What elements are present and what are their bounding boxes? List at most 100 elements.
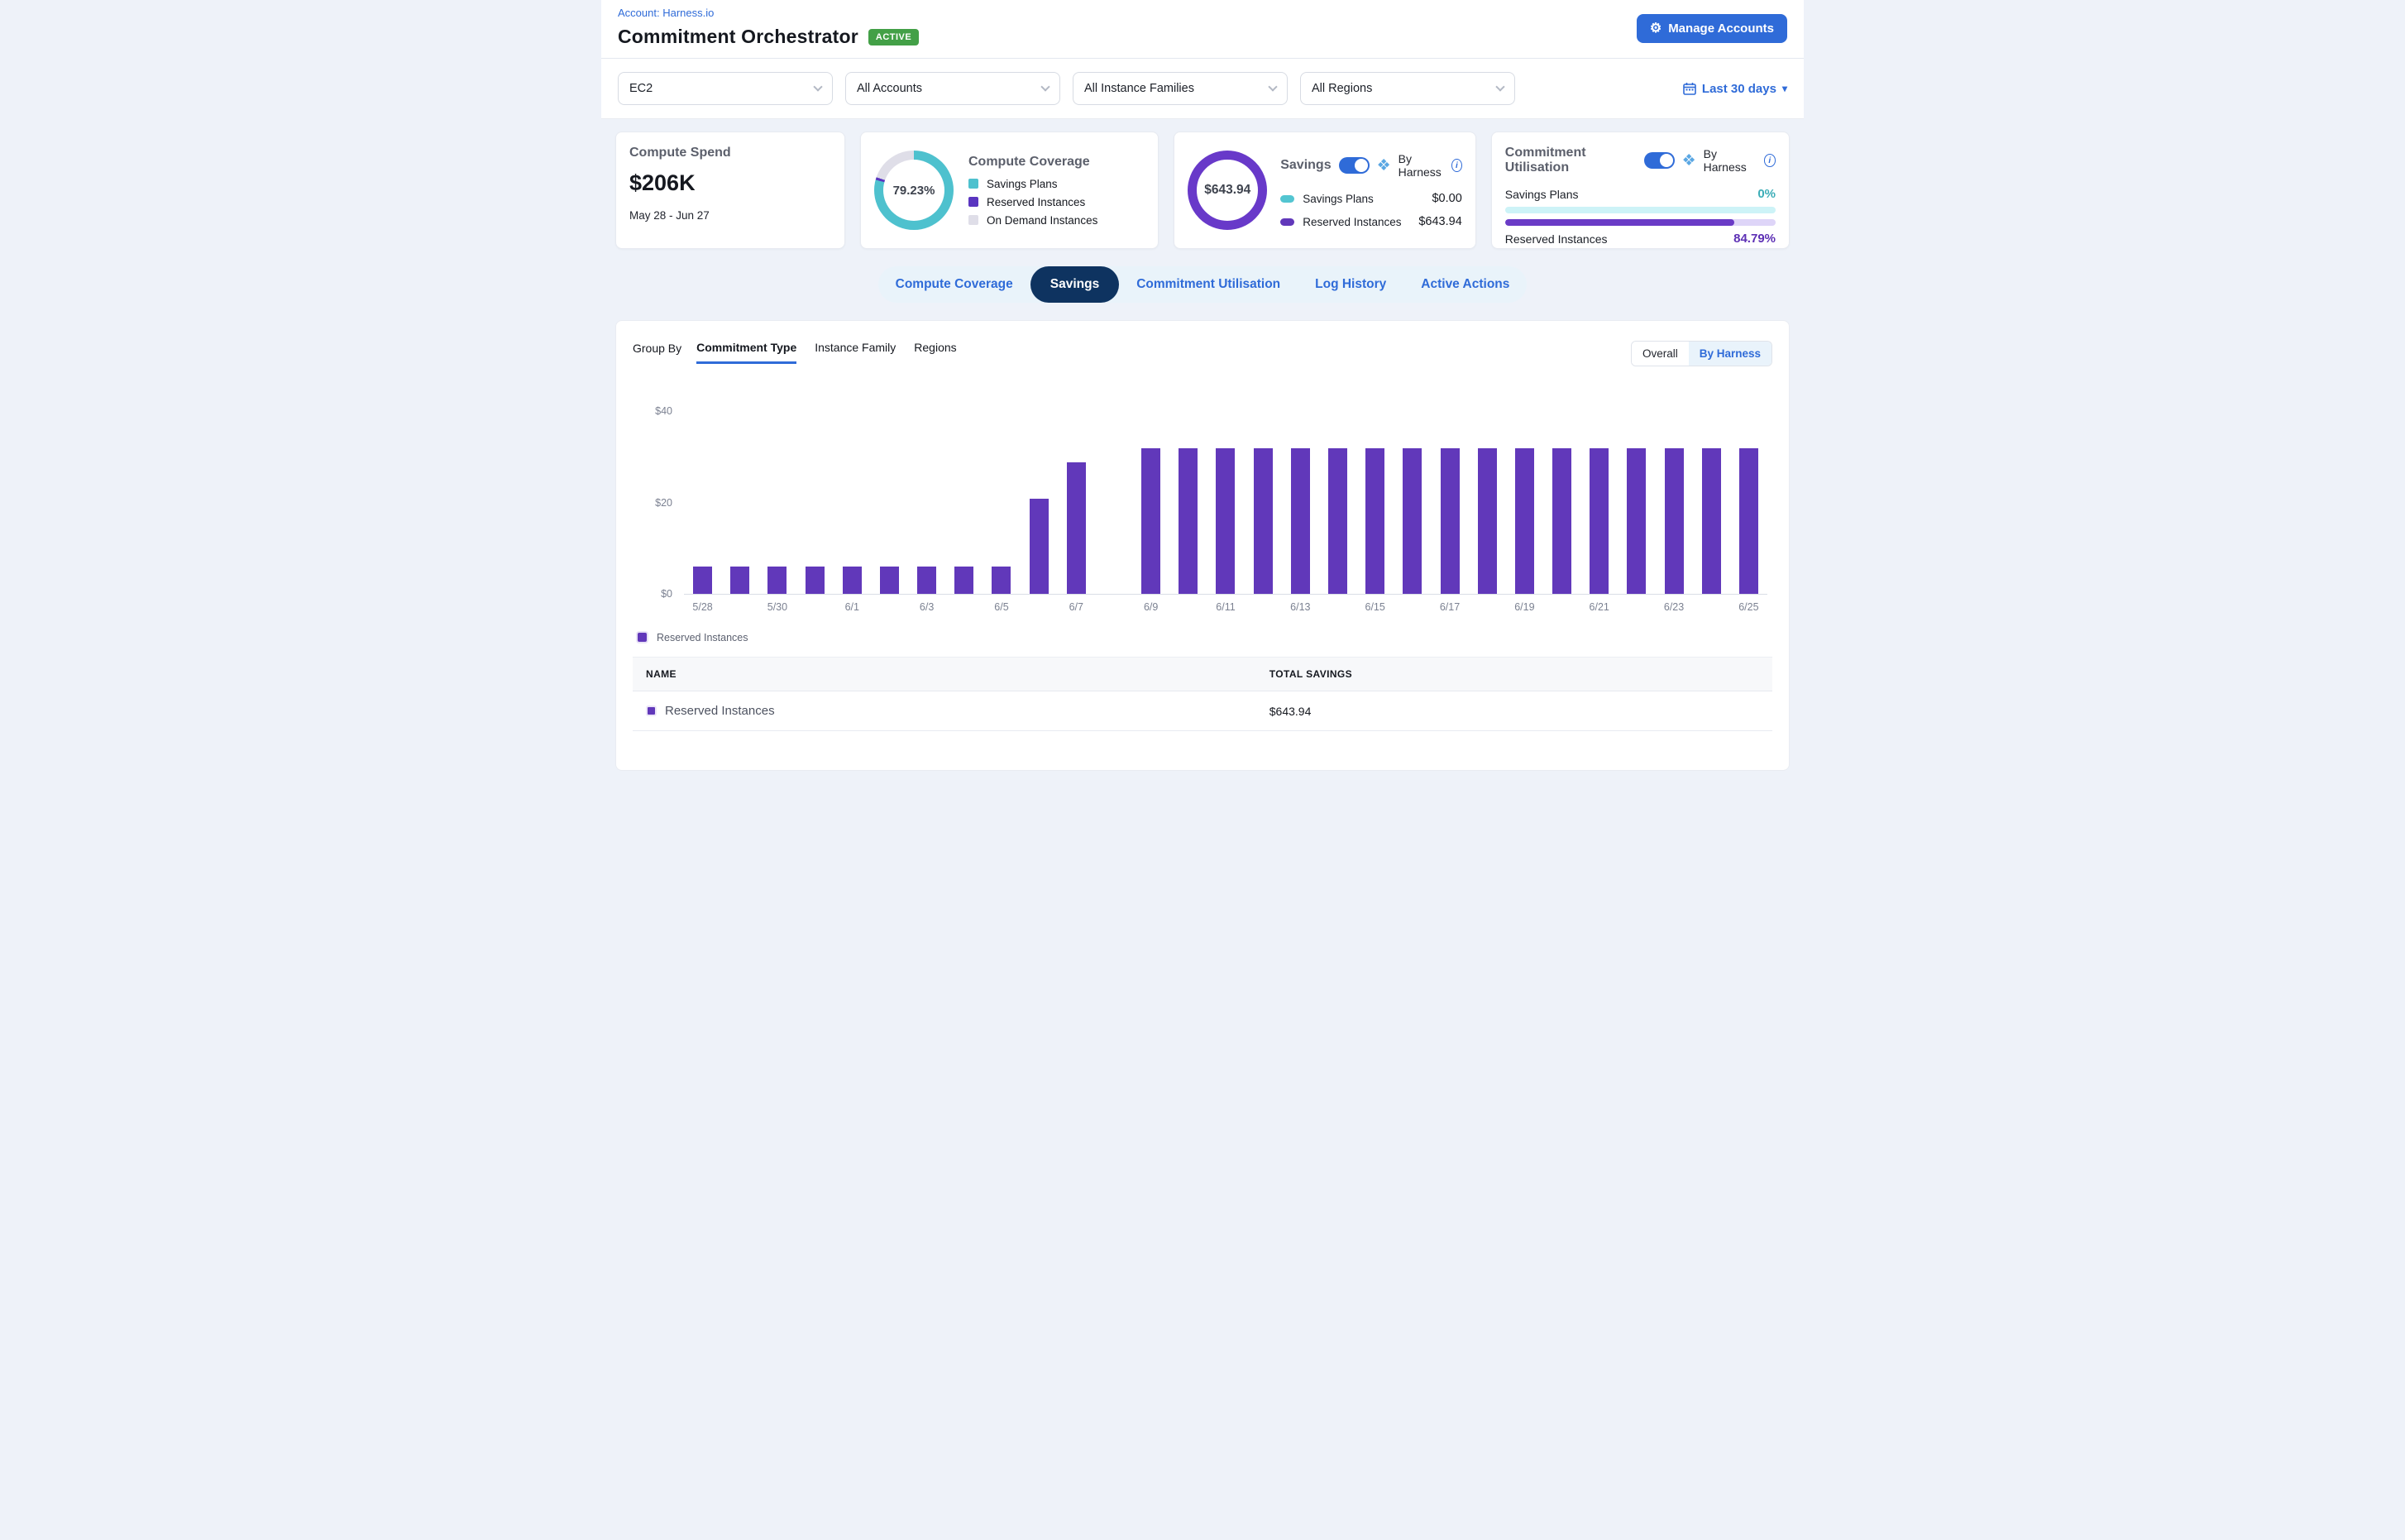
legend-label: On Demand Instances — [987, 214, 1097, 227]
status-badge: ACTIVE — [868, 29, 919, 45]
bar-6/8[interactable] — [1095, 404, 1132, 594]
bar-5/29[interactable] — [721, 404, 758, 594]
accounts-select[interactable]: All Accounts — [845, 72, 1060, 105]
bar-6/18[interactable] — [1469, 404, 1506, 594]
bar-6/25[interactable] — [1730, 404, 1767, 594]
bar-6/2[interactable] — [871, 404, 908, 594]
row-label: Savings Plans — [1303, 193, 1374, 205]
y-tick-0: $0 — [661, 588, 672, 600]
bar-6/14[interactable] — [1319, 404, 1356, 594]
x-tick-5/28: 5/28 — [684, 601, 721, 613]
bar-6/3[interactable] — [908, 404, 945, 594]
bar-6/4[interactable] — [945, 404, 983, 594]
bar-5/31[interactable] — [796, 404, 834, 594]
bar-6/6[interactable] — [1021, 404, 1058, 594]
column-header-total-savings: TOTAL SAVINGS — [1269, 668, 1759, 680]
bar-6/11[interactable] — [1207, 404, 1244, 594]
bar-6/24[interactable] — [1693, 404, 1730, 594]
instance-families-select[interactable]: All Instance Families — [1073, 72, 1288, 105]
savings-plans-swatch — [1280, 195, 1294, 203]
bar-6/20[interactable] — [1543, 404, 1580, 594]
summary-cards-row: Compute Spend $206K May 28 - Jun 27 79.2… — [615, 132, 1790, 249]
x-tick-6/17: 6/17 — [1431, 601, 1468, 613]
chart-legend[interactable]: Reserved Instances — [633, 631, 1772, 643]
regions-select-value: All Regions — [1312, 82, 1372, 95]
group-by-commitment-type[interactable]: Commitment Type — [696, 341, 796, 364]
bar-6/1[interactable] — [834, 404, 871, 594]
overall-byharness-toggle: Overall By Harness — [1631, 341, 1772, 366]
accounts-select-value: All Accounts — [857, 82, 922, 95]
x-tick-6/20 — [1543, 601, 1580, 613]
bar-6/12[interactable] — [1245, 404, 1282, 594]
savings-row-savings-plans: Savings Plans $0.00 — [1280, 192, 1462, 205]
legend-item-on-demand: On Demand Instances — [968, 214, 1145, 227]
overall-button[interactable]: Overall — [1632, 342, 1689, 366]
bar-6/10[interactable] — [1169, 404, 1207, 594]
tab-savings[interactable]: Savings — [1030, 266, 1119, 303]
group-by-instance-family[interactable]: Instance Family — [815, 341, 896, 361]
row-label: Reserved Instances — [1505, 232, 1608, 246]
manage-accounts-button[interactable]: ⚙ Manage Accounts — [1637, 14, 1787, 43]
bar-6/5[interactable] — [983, 404, 1020, 594]
compute-spend-value: $206K — [629, 170, 831, 196]
tab-compute-coverage[interactable]: Compute Coverage — [878, 267, 1030, 302]
bar-6/23[interactable] — [1655, 404, 1692, 594]
bar-6/19[interactable] — [1506, 404, 1543, 594]
savings-by-harness-toggle[interactable] — [1339, 157, 1370, 174]
tab-log-history[interactable]: Log History — [1298, 267, 1403, 302]
tab-active-actions[interactable]: Active Actions — [1403, 267, 1527, 302]
bar-6/15[interactable] — [1356, 404, 1394, 594]
table-row[interactable]: Reserved Instances $643.94 — [633, 691, 1772, 731]
bar-6/13[interactable] — [1282, 404, 1319, 594]
bar-6/17[interactable] — [1431, 404, 1468, 594]
info-icon[interactable]: i — [1451, 159, 1462, 172]
date-range-picker[interactable]: Last 30 days ▾ — [1683, 82, 1787, 96]
legend-label: Savings Plans — [987, 178, 1058, 190]
x-tick-6/5: 6/5 — [983, 601, 1020, 613]
utilisation-by-harness-toggle[interactable] — [1644, 152, 1675, 169]
group-by-regions[interactable]: Regions — [914, 341, 956, 361]
bar-5/30[interactable] — [758, 404, 796, 594]
reserved-instances-legend-chip — [636, 631, 648, 643]
gear-icon: ⚙ — [1650, 22, 1662, 36]
x-tick-6/12 — [1245, 601, 1282, 613]
info-icon[interactable]: i — [1764, 154, 1776, 167]
row-value: 0% — [1757, 187, 1776, 201]
service-select[interactable]: EC2 — [618, 72, 833, 105]
by-harness-button[interactable]: By Harness — [1689, 342, 1771, 366]
savings-title: Savings — [1280, 158, 1331, 173]
service-select-value: EC2 — [629, 82, 653, 95]
x-tick-6/13: 6/13 — [1282, 601, 1319, 613]
legend-label: Reserved Instances — [987, 196, 1085, 208]
x-tick-6/21: 6/21 — [1580, 601, 1618, 613]
harness-logo-icon: ❖ — [1377, 158, 1391, 174]
account-link[interactable]: Account: Harness.io — [618, 7, 1787, 19]
date-range-value: Last 30 days — [1702, 82, 1776, 96]
x-tick-6/14 — [1319, 601, 1356, 613]
savings-total: $643.94 — [1204, 183, 1250, 198]
reserved-instances-swatch — [968, 197, 978, 207]
bar-6/22[interactable] — [1618, 404, 1655, 594]
commitment-utilisation-card: Commitment Utilisation ❖ By Harness i Sa… — [1491, 132, 1790, 249]
chevron-down-icon — [1495, 82, 1504, 91]
compute-coverage-percent: 79.23% — [893, 184, 935, 198]
row-value: $643.94 — [1418, 215, 1461, 228]
regions-select[interactable]: All Regions — [1300, 72, 1515, 105]
y-tick-20: $20 — [655, 497, 672, 509]
bar-6/21[interactable] — [1580, 404, 1618, 594]
x-tick-6/15: 6/15 — [1356, 601, 1394, 613]
bar-5/28[interactable] — [684, 404, 721, 594]
bar-6/9[interactable] — [1132, 404, 1169, 594]
savings-plans-swatch — [968, 179, 978, 189]
compute-coverage-title: Compute Coverage — [968, 155, 1145, 170]
x-tick-6/18 — [1469, 601, 1506, 613]
x-tick-6/8 — [1095, 601, 1132, 613]
x-tick-6/6 — [1021, 601, 1058, 613]
bar-6/16[interactable] — [1394, 404, 1431, 594]
bar-6/7[interactable] — [1058, 404, 1095, 594]
savings-table: NAME TOTAL SAVINGS Reserved Instances $6… — [633, 657, 1772, 731]
group-by-label: Group By — [633, 341, 681, 355]
compute-spend-card: Compute Spend $206K May 28 - Jun 27 — [615, 132, 845, 249]
chart-legend-label: Reserved Instances — [657, 632, 748, 643]
tab-commitment-utilisation[interactable]: Commitment Utilisation — [1119, 267, 1298, 302]
